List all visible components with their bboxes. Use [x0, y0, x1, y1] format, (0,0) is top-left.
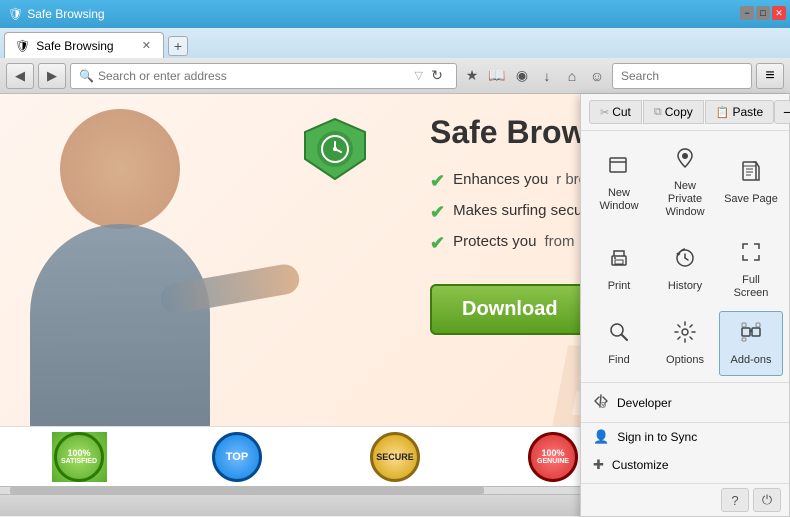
window-title: Safe Browsing	[27, 7, 104, 21]
cut-button[interactable]: ✂ Cut	[589, 100, 642, 124]
customize-label: Customize	[612, 458, 669, 472]
developer-icon	[593, 393, 609, 412]
badge-2: TOP	[210, 432, 265, 482]
zoom-out-button[interactable]: −	[774, 100, 790, 124]
new-private-window-item[interactable]: New PrivateWindow	[653, 137, 717, 229]
tab-icon: 🛡	[15, 39, 30, 53]
pocket-icon[interactable]: ◉	[511, 65, 533, 87]
add-ons-label: Add-ons	[731, 354, 772, 367]
menu-sign-in-section: 👤 Sign in to Sync ✚ Customize	[581, 422, 789, 483]
print-item[interactable]: Print	[587, 231, 651, 309]
toolbar: ◀ ▶ 🔍 ▽ ↻ ★ 📖 ◉ ↓ ⌂ ☺ ≡	[0, 58, 790, 94]
save-page-item[interactable]: Save Page	[719, 137, 783, 229]
menu-header: ✂ Cut ⧉ Copy 📋 Paste − 100% +	[581, 94, 789, 131]
firefox-menu: ✂ Cut ⧉ Copy 📋 Paste − 100% +	[580, 94, 790, 517]
badge-4: 100%GENUINE	[526, 432, 581, 482]
add-ons-icon	[739, 320, 763, 350]
title-bar: 🛡 Safe Browsing − □ ✕	[0, 0, 790, 28]
search-input[interactable]	[612, 63, 752, 89]
customize-icon: ✚	[593, 457, 604, 473]
maximize-button[interactable]: □	[756, 6, 770, 20]
sign-in-label: Sign in to Sync	[617, 430, 697, 444]
feature-text-2: Makes surfing secure	[453, 202, 596, 219]
tab-safe-browsing[interactable]: 🛡 Safe Browsing ✕	[4, 32, 164, 58]
find-item[interactable]: Find	[587, 311, 651, 376]
save-page-label: Save Page	[724, 193, 778, 206]
feature-text-1: Enhances you	[453, 171, 548, 188]
options-label: Options	[666, 354, 704, 367]
check-icon-3: ✔	[430, 233, 445, 254]
help-button[interactable]: ?	[721, 488, 749, 512]
address-bar[interactable]: 🔍 ▽ ↻	[70, 63, 457, 89]
sign-in-item[interactable]: 👤 Sign in to Sync	[581, 423, 789, 451]
address-input[interactable]	[98, 69, 415, 83]
save-page-icon	[739, 159, 763, 189]
options-icon	[673, 320, 697, 350]
back-button[interactable]: ◀	[6, 63, 34, 89]
toolbar-icons: ★ 📖 ◉ ↓ ⌂ ☺	[461, 65, 608, 87]
options-item[interactable]: Options	[653, 311, 717, 376]
bookmark-icon[interactable]: ★	[461, 65, 483, 87]
reading-icon[interactable]: 📖	[486, 65, 508, 87]
minimize-button[interactable]: −	[740, 6, 754, 20]
developer-item[interactable]: Developer	[581, 387, 789, 418]
add-ons-item[interactable]: Add-ons	[719, 311, 783, 376]
full-screen-icon	[739, 240, 763, 270]
full-screen-item[interactable]: Full Screen	[719, 231, 783, 309]
menu-grid: New Window New PrivateWindow	[581, 131, 789, 382]
footer-buttons: ? ⏻	[721, 488, 781, 512]
full-screen-label: Full Screen	[724, 274, 778, 300]
check-icon-2: ✔	[430, 202, 445, 223]
forward-button[interactable]: ▶	[38, 63, 66, 89]
menu-footer: ? ⏻	[581, 483, 789, 516]
title-bar-left: 🛡 Safe Browsing	[8, 7, 105, 21]
history-item[interactable]: History	[653, 231, 717, 309]
new-private-window-label: New PrivateWindow	[658, 180, 712, 220]
edit-group: ✂ Cut ⧉ Copy 📋 Paste	[589, 100, 774, 124]
customize-item[interactable]: ✚ Customize	[581, 451, 789, 479]
menu-button[interactable]: ≡	[756, 63, 784, 89]
history-label: History	[668, 280, 702, 293]
menu-bottom: Developer	[581, 382, 789, 422]
refresh-icon[interactable]: ↻	[426, 65, 448, 87]
print-icon	[607, 246, 631, 276]
close-button[interactable]: ✕	[772, 6, 786, 20]
new-window-item[interactable]: New Window	[587, 137, 651, 229]
scrollbar-thumb[interactable]	[10, 487, 484, 494]
copy-button[interactable]: ⧉ Copy	[643, 100, 704, 124]
window-controls: − □ ✕	[740, 6, 786, 20]
badge-3: SECURE	[368, 432, 423, 482]
sign-in-icon: 👤	[593, 429, 609, 445]
print-label: Print	[608, 280, 631, 293]
new-window-icon	[607, 153, 631, 183]
find-label: Find	[608, 354, 629, 367]
user-icon[interactable]: ☺	[586, 65, 608, 87]
new-window-label: New Window	[592, 187, 646, 213]
power-button[interactable]: ⏻	[753, 488, 781, 512]
paste-button[interactable]: 📋 Paste	[705, 100, 774, 124]
content-area: B17 Safe Browsing	[0, 94, 790, 486]
feature-text-3: Protects you	[453, 233, 536, 250]
badge-1: 100%SATISFIED	[52, 432, 107, 482]
find-icon	[607, 320, 631, 350]
home-icon[interactable]: ⌂	[561, 65, 583, 87]
download-icon[interactable]: ↓	[536, 65, 558, 87]
new-tab-button[interactable]: +	[168, 36, 188, 56]
check-icon-1: ✔	[430, 171, 445, 192]
zoom-group: − 100% +	[774, 100, 790, 124]
developer-label: Developer	[617, 396, 672, 410]
history-icon	[673, 246, 697, 276]
new-private-window-icon	[673, 146, 697, 176]
tab-bar: 🛡 Safe Browsing ✕ +	[0, 28, 790, 58]
tab-label: Safe Browsing	[36, 39, 113, 53]
shield-icon	[300, 114, 370, 189]
tab-close-button[interactable]: ✕	[140, 39, 153, 52]
download-button[interactable]: Download	[430, 284, 590, 335]
